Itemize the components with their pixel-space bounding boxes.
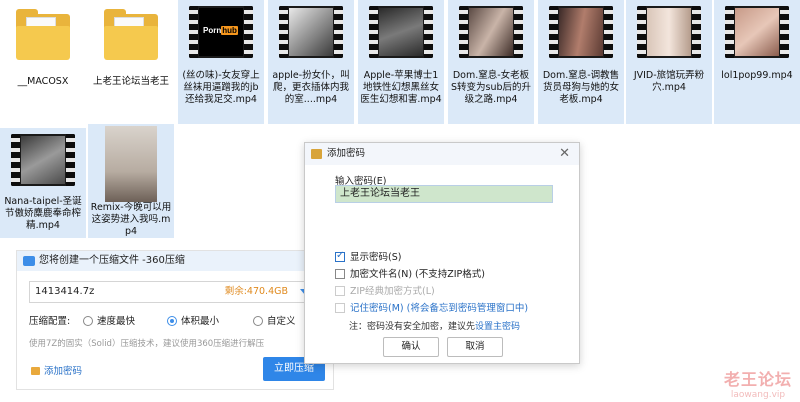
checkbox-label: 记住密码(M) (将会备忘到密码管理窗口中) (350, 303, 529, 314)
video-thumbnail-icon: Pornhub (189, 6, 253, 58)
checkbox-checked-icon (335, 250, 345, 262)
dialog-title-bar: 添加密码 ✕ (305, 143, 579, 165)
file-name: Apple-苹果博士1地铁性幻想黑丝女医生幻想和害.mp4 (360, 70, 442, 105)
option-custom[interactable]: 自定义 (253, 313, 296, 327)
compress-note: 使用7Z的固实（Solid）压缩技术，建议使用360压缩进行解压 (29, 339, 265, 349)
checkbox-icon (335, 269, 345, 279)
option-fastest[interactable]: 速度最快 (83, 313, 135, 327)
file-name: (丝の味)-女友穿上丝袜用逼蹭我的jb还给我足交.mp4 (182, 70, 260, 105)
video-thumbnail-icon (459, 6, 523, 58)
compress-panel-title-bar: 您将创建一个压缩文件 -360压缩 (17, 251, 333, 271)
video-thumbnail-icon (369, 6, 433, 58)
file-item[interactable]: Pornhub (丝の味)-女友穿上丝袜用逼蹭我的jb还给我足交.mp4 (178, 0, 264, 124)
folder-icon (102, 6, 160, 62)
option-label: 自定义 (267, 316, 296, 327)
file-name: 上老王论坛当老王 (92, 76, 169, 87)
watermark-url: laowang.vip (730, 390, 786, 400)
file-item[interactable]: apple-扮女仆，叫爬，更衣插体内我的室....mp4 (268, 0, 354, 124)
file-item[interactable]: Apple-苹果博士1地铁性幻想黑丝女医生幻想和害.mp4 (358, 0, 444, 124)
radio-icon (83, 316, 93, 326)
compress-panel-title: 您将创建一个压缩文件 -360压缩 (39, 255, 185, 266)
radio-selected-icon (167, 316, 177, 326)
file-item[interactable]: JVID-旅馆玩弄粉穴.mp4 (626, 0, 712, 124)
add-password-label: 添加密码 (44, 366, 83, 377)
checkbox-icon (335, 286, 345, 296)
lock-icon (31, 367, 40, 375)
show-password-checkbox[interactable]: 显示密码(S) (335, 249, 401, 263)
archive-filename: 1413414.7z (35, 286, 95, 297)
file-name: JVID-旅馆玩弄粉穴.mp4 (633, 70, 705, 93)
video-thumbnail-icon (725, 6, 789, 58)
file-name: Nana-taipel-圣诞节傲娇麋鹿奉命榨精.mp4 (4, 196, 82, 231)
checkbox-icon (335, 303, 345, 313)
remember-password-checkbox[interactable]: 记住密码(M) (将会备忘到密码管理窗口中) (335, 300, 528, 314)
password-input[interactable]: 上老王论坛当老王 (335, 185, 553, 203)
tip-text: 注：密码没有安全加密，建议先 (349, 322, 476, 332)
file-item[interactable]: Remix-今晚可以用这姿势进入我吗.mp4 (88, 124, 174, 238)
watermark-text: 老王论坛 (723, 370, 792, 389)
file-name: Remix-今晚可以用这姿势进入我吗.mp4 (90, 202, 172, 237)
zip-classic-checkbox: ZIP经典加密方式(L) (335, 283, 435, 297)
folder-icon (14, 6, 72, 62)
file-item[interactable]: lol1pop99.mp4 (714, 0, 800, 124)
free-space-label: 剩余:470.4GB (224, 286, 288, 297)
checkbox-label: ZIP经典加密方式(L) (350, 286, 435, 297)
add-password-dialog: 添加密码 ✕ 输入密码(E) 上老王论坛当老王 显示密码(S) 加密文件名(N)… (304, 142, 580, 364)
video-thumbnail-icon (637, 6, 701, 58)
file-name: lol1pop99.mp4 (721, 70, 793, 81)
radio-icon (253, 316, 263, 326)
option-smallest[interactable]: 体积最小 (167, 313, 219, 327)
file-item[interactable]: Dom.窒息-女老板S转变为sub后的升级之路.mp4 (448, 0, 534, 124)
compress-config-label: 压缩配置: (29, 316, 71, 327)
encrypt-filenames-checkbox[interactable]: 加密文件名(N) (不支持ZIP格式) (335, 266, 485, 280)
close-icon[interactable]: ✕ (559, 143, 570, 165)
watermark: 老王论坛 laowang.vip (716, 366, 800, 400)
file-name: apple-扮女仆，叫爬，更衣插体内我的室....mp4 (272, 70, 350, 105)
lock-icon (311, 149, 322, 159)
file-item[interactable]: Nana-taipel-圣诞节傲娇麋鹿奉命榨精.mp4 (0, 128, 86, 238)
compress-panel: 您将创建一个压缩文件 -360压缩 1413414.7z 剩余:470.4GB … (16, 250, 334, 390)
option-label: 体积最小 (181, 316, 220, 327)
file-item[interactable]: 上老王论坛当老王 (88, 0, 174, 98)
password-tip: 注：密码没有安全加密，建议先设置主密码 (349, 319, 520, 332)
file-name: Dom.窒息-调教售货员母狗与她的女老板.mp4 (542, 70, 620, 105)
dialog-title: 添加密码 (327, 148, 366, 159)
add-password-link[interactable]: 添加密码 (31, 363, 82, 377)
checkbox-label: 显示密码(S) (350, 252, 402, 263)
ok-button[interactable]: 确认 (383, 337, 439, 357)
archive-path-field[interactable]: 1413414.7z 剩余:470.4GB (29, 281, 319, 303)
file-name: __MACOSX (17, 76, 69, 87)
cancel-button[interactable]: 取消 (447, 337, 503, 357)
option-label: 速度最快 (97, 316, 136, 327)
video-thumbnail-icon (279, 6, 343, 58)
file-item[interactable]: Dom.窒息-调教售货员母狗与她的女老板.mp4 (538, 0, 624, 124)
checkbox-label: 加密文件名(N) (不支持ZIP格式) (350, 269, 485, 280)
file-name: Dom.窒息-女老板S转变为sub后的升级之路.mp4 (450, 70, 532, 105)
video-thumbnail-icon (105, 126, 157, 202)
video-thumbnail-icon (549, 6, 613, 58)
video-thumbnail-icon (11, 134, 75, 186)
set-master-password-link[interactable]: 设置主密码 (475, 322, 520, 332)
file-item[interactable]: __MACOSX (0, 0, 86, 98)
zip-app-icon (23, 256, 35, 266)
